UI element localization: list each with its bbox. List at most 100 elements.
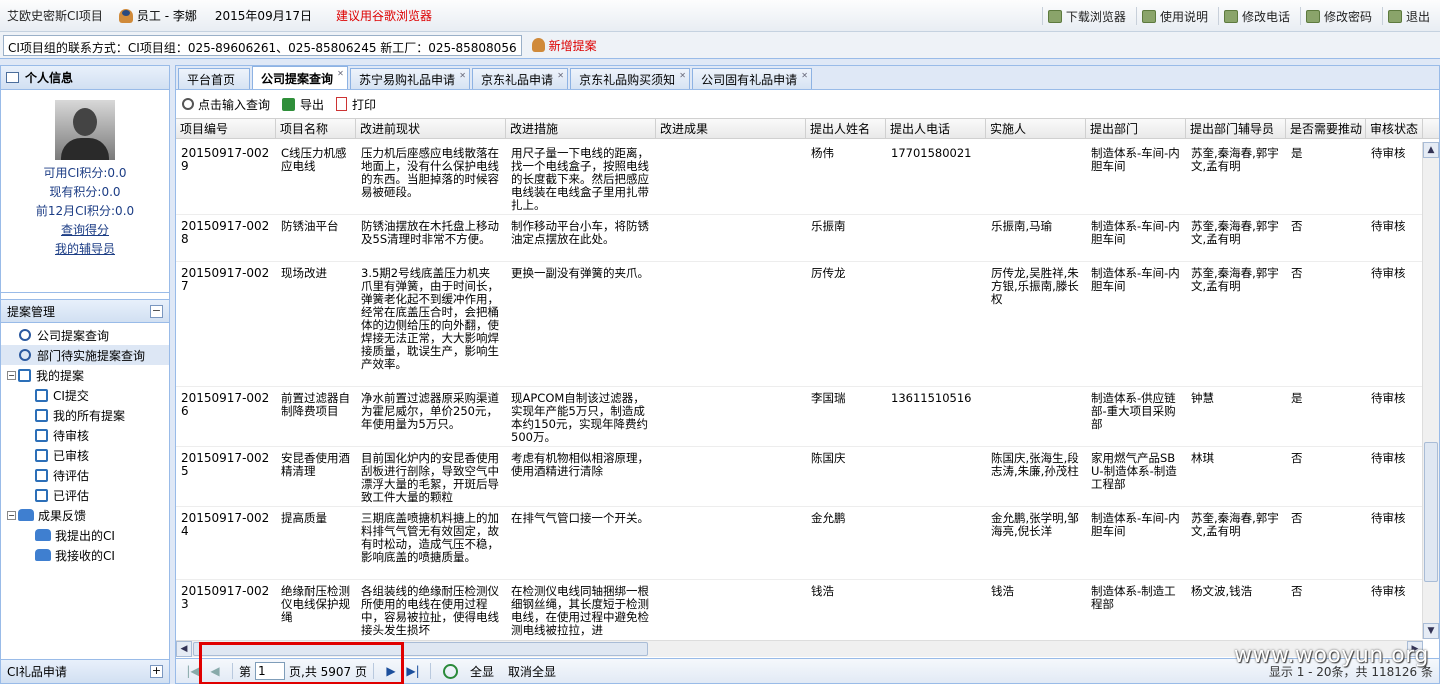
column-header[interactable]: 项目名称	[276, 119, 356, 138]
manual-icon	[1141, 9, 1156, 23]
print-button[interactable]: 打印	[336, 96, 376, 113]
tab-home[interactable]: 平台首页	[178, 68, 251, 89]
user-add-icon	[531, 38, 545, 52]
manual-button[interactable]: 使用说明	[1135, 7, 1218, 25]
close-icon[interactable]: ✕	[800, 71, 809, 80]
column-header[interactable]: 提出部门	[1086, 119, 1186, 138]
scroll-thumb[interactable]	[1424, 442, 1438, 582]
table-cell	[886, 262, 986, 386]
tab-jd-gift[interactable]: 京东礼品申请 ✕	[472, 68, 569, 89]
phone-icon	[1223, 9, 1238, 23]
scroll-left-icon[interactable]: ◀	[176, 641, 192, 657]
table-cell: 在检测仪电线同轴捆绑一根细钢丝绳，其长度短于检测电线，在使用过程中避免检测电线被…	[511, 584, 649, 637]
table-cell: 钱浩	[991, 584, 1014, 598]
table-cell	[986, 142, 1086, 214]
tree-item[interactable]: − 成果反馈	[1, 505, 169, 525]
table-cell: 制造体系-供应链部-重大项目采购部	[1091, 391, 1176, 431]
column-header[interactable]: 审核状态	[1366, 119, 1423, 138]
table-cell: 厉传龙,吴胜祥,朱方银,乐振南,滕长权	[991, 266, 1079, 306]
table-row[interactable]: 20150917-0023 绝缘耐压检测仪电线保护规绳 各组装线的绝缘耐压检测仪所使…	[176, 580, 1423, 639]
user-icon	[118, 8, 133, 23]
tree-item[interactable]: 待审核	[1, 425, 169, 445]
divider	[232, 663, 233, 679]
table-cell: 否	[1291, 511, 1303, 525]
table-row[interactable]: 20150917-0027 现场改进 3.5期2号线底盖压力机夹爪里有弹簧，由于时间…	[176, 262, 1423, 387]
table-row[interactable]: 20150917-0026 前置过滤器自制降费项目 净水前置过滤器原采购渠道为霍尼威…	[176, 387, 1423, 447]
edit-icon	[35, 408, 48, 422]
tree-toggle-icon[interactable]: −	[7, 510, 16, 520]
tree-item[interactable]: − 我的提案	[1, 365, 169, 385]
close-icon[interactable]: ✕	[678, 71, 687, 80]
page-input[interactable]	[255, 662, 286, 680]
export-button[interactable]: 导出	[282, 96, 324, 113]
next-page-icon[interactable]: ▶	[382, 663, 400, 679]
tree-item[interactable]: 我的所有提案	[1, 405, 169, 425]
tree-item[interactable]: 已评估	[1, 485, 169, 505]
refresh-icon[interactable]	[443, 663, 458, 679]
table-row[interactable]: 20150917-0025 安昆香使用酒精清理 目前国化炉内的安昆香使用刮板进行剖除…	[176, 447, 1423, 507]
tree-item-label: 我的提案	[36, 368, 85, 383]
cancel-show-all-button[interactable]: 取消全显	[508, 663, 556, 680]
download-browser-button[interactable]: 下载浏览器	[1041, 7, 1136, 25]
search-button[interactable]: 点击输入查询	[182, 96, 270, 113]
close-icon[interactable]: ✕	[556, 71, 565, 80]
tree-item[interactable]: 部门待实施提案查询	[1, 345, 169, 365]
scroll-up-icon[interactable]: ▲	[1423, 142, 1439, 158]
tab-jd-notice[interactable]: 京东礼品购买须知 ✕	[570, 68, 691, 89]
column-header[interactable]: 改进前现状	[356, 119, 506, 138]
scroll-down-icon[interactable]: ▼	[1423, 623, 1439, 639]
last-page-icon[interactable]: ▶|	[404, 663, 422, 679]
query-score-link[interactable]: 查询得分	[1, 221, 169, 240]
table-cell: 陈国庆	[811, 451, 846, 465]
tree-item[interactable]: 公司提案查询	[1, 325, 169, 345]
tab-suning-gift[interactable]: 苏宁易购礼品申请 ✕	[350, 68, 471, 89]
sidebar: 个人信息 可用CI积分:0.0 现有积分:0.0 前12月CI积分:0.0 查询…	[0, 65, 170, 684]
table-cell: 金允鹏	[811, 511, 846, 525]
table-row[interactable]: 20150917-0029 C线压力机感应电线 压力机后座感应电线散落在地面上，没有…	[176, 142, 1423, 215]
table-cell: 待审核	[1371, 219, 1406, 233]
logout-button[interactable]: 退出	[1381, 7, 1440, 25]
prev-page-icon[interactable]: ◀	[206, 663, 224, 679]
show-all-button[interactable]: 全显	[470, 663, 494, 680]
column-header[interactable]: 项目编号	[176, 119, 276, 138]
gift-apply-header[interactable]: CI礼品申请 +	[1, 659, 169, 683]
first-page-icon[interactable]: |◀	[184, 663, 202, 679]
table-cell	[886, 507, 986, 579]
my-tutor-link[interactable]: 我的辅导员	[1, 240, 169, 259]
new-proposal-button[interactable]: 新增提案	[531, 37, 597, 54]
vertical-scrollbar[interactable]: ▲ ▼	[1422, 142, 1439, 639]
column-header[interactable]: 是否需要推动	[1286, 119, 1366, 138]
table-cell: 家用燃气产品SBU-制造体系-制造工程部	[1091, 451, 1177, 491]
column-header[interactable]: 改进措施	[506, 119, 656, 138]
proposal-management-header[interactable]: 提案管理 −	[1, 299, 169, 323]
scroll-thumb-h[interactable]	[193, 642, 648, 656]
collapse-icon[interactable]: −	[150, 304, 163, 318]
table-cell: 考虑有机物相似相溶原理，使用酒精进行清除	[511, 451, 649, 478]
table-row[interactable]: 20150917-0028 防锈油平台 防锈油摆放在木托盘上移动及5S清理时非常不方…	[176, 215, 1423, 262]
tree-item[interactable]: 我提出的CI	[1, 525, 169, 545]
tree-toggle-icon[interactable]: −	[7, 370, 16, 380]
tab-company-proposals[interactable]: 公司提案查询 ✕	[252, 66, 349, 89]
tree-item[interactable]: 已审核	[1, 445, 169, 465]
tab-company-gift[interactable]: 公司固有礼品申请 ✕	[692, 68, 813, 89]
tree-item[interactable]: 我接收的CI	[1, 545, 169, 565]
column-header[interactable]: 改进成果	[656, 119, 806, 138]
change-phone-button[interactable]: 修改电话	[1217, 7, 1300, 25]
column-header[interactable]: 提出人姓名	[806, 119, 886, 138]
column-header[interactable]: 提出部门辅导员	[1186, 119, 1286, 138]
nav-tree: 公司提案查询部门待实施提案查询 − 我的提案 CI提交 我的所有提案 待审核 已审核 待评估已…	[1, 323, 169, 565]
expand-icon[interactable]: +	[150, 665, 163, 678]
current-points: 现有积分:0.0	[49, 185, 121, 199]
table-cell	[656, 215, 806, 261]
column-header[interactable]: 实施人	[986, 119, 1086, 138]
close-icon[interactable]: ✕	[336, 69, 345, 78]
tree-item[interactable]: CI提交	[1, 385, 169, 405]
tree-item-label: 部门待实施提案查询	[37, 348, 146, 363]
table-cell: 前置过滤器自制降费项目	[281, 391, 350, 418]
change-password-button[interactable]: 修改密码	[1299, 7, 1382, 25]
edit-icon	[35, 388, 48, 402]
tree-item[interactable]: 待评估	[1, 465, 169, 485]
close-icon[interactable]: ✕	[458, 71, 467, 80]
table-row[interactable]: 20150917-0024 提高质量 三期底盖喷搪机料搪上的加料排气气管无有效固定，…	[176, 507, 1423, 580]
column-header[interactable]: 提出人电话	[886, 119, 986, 138]
